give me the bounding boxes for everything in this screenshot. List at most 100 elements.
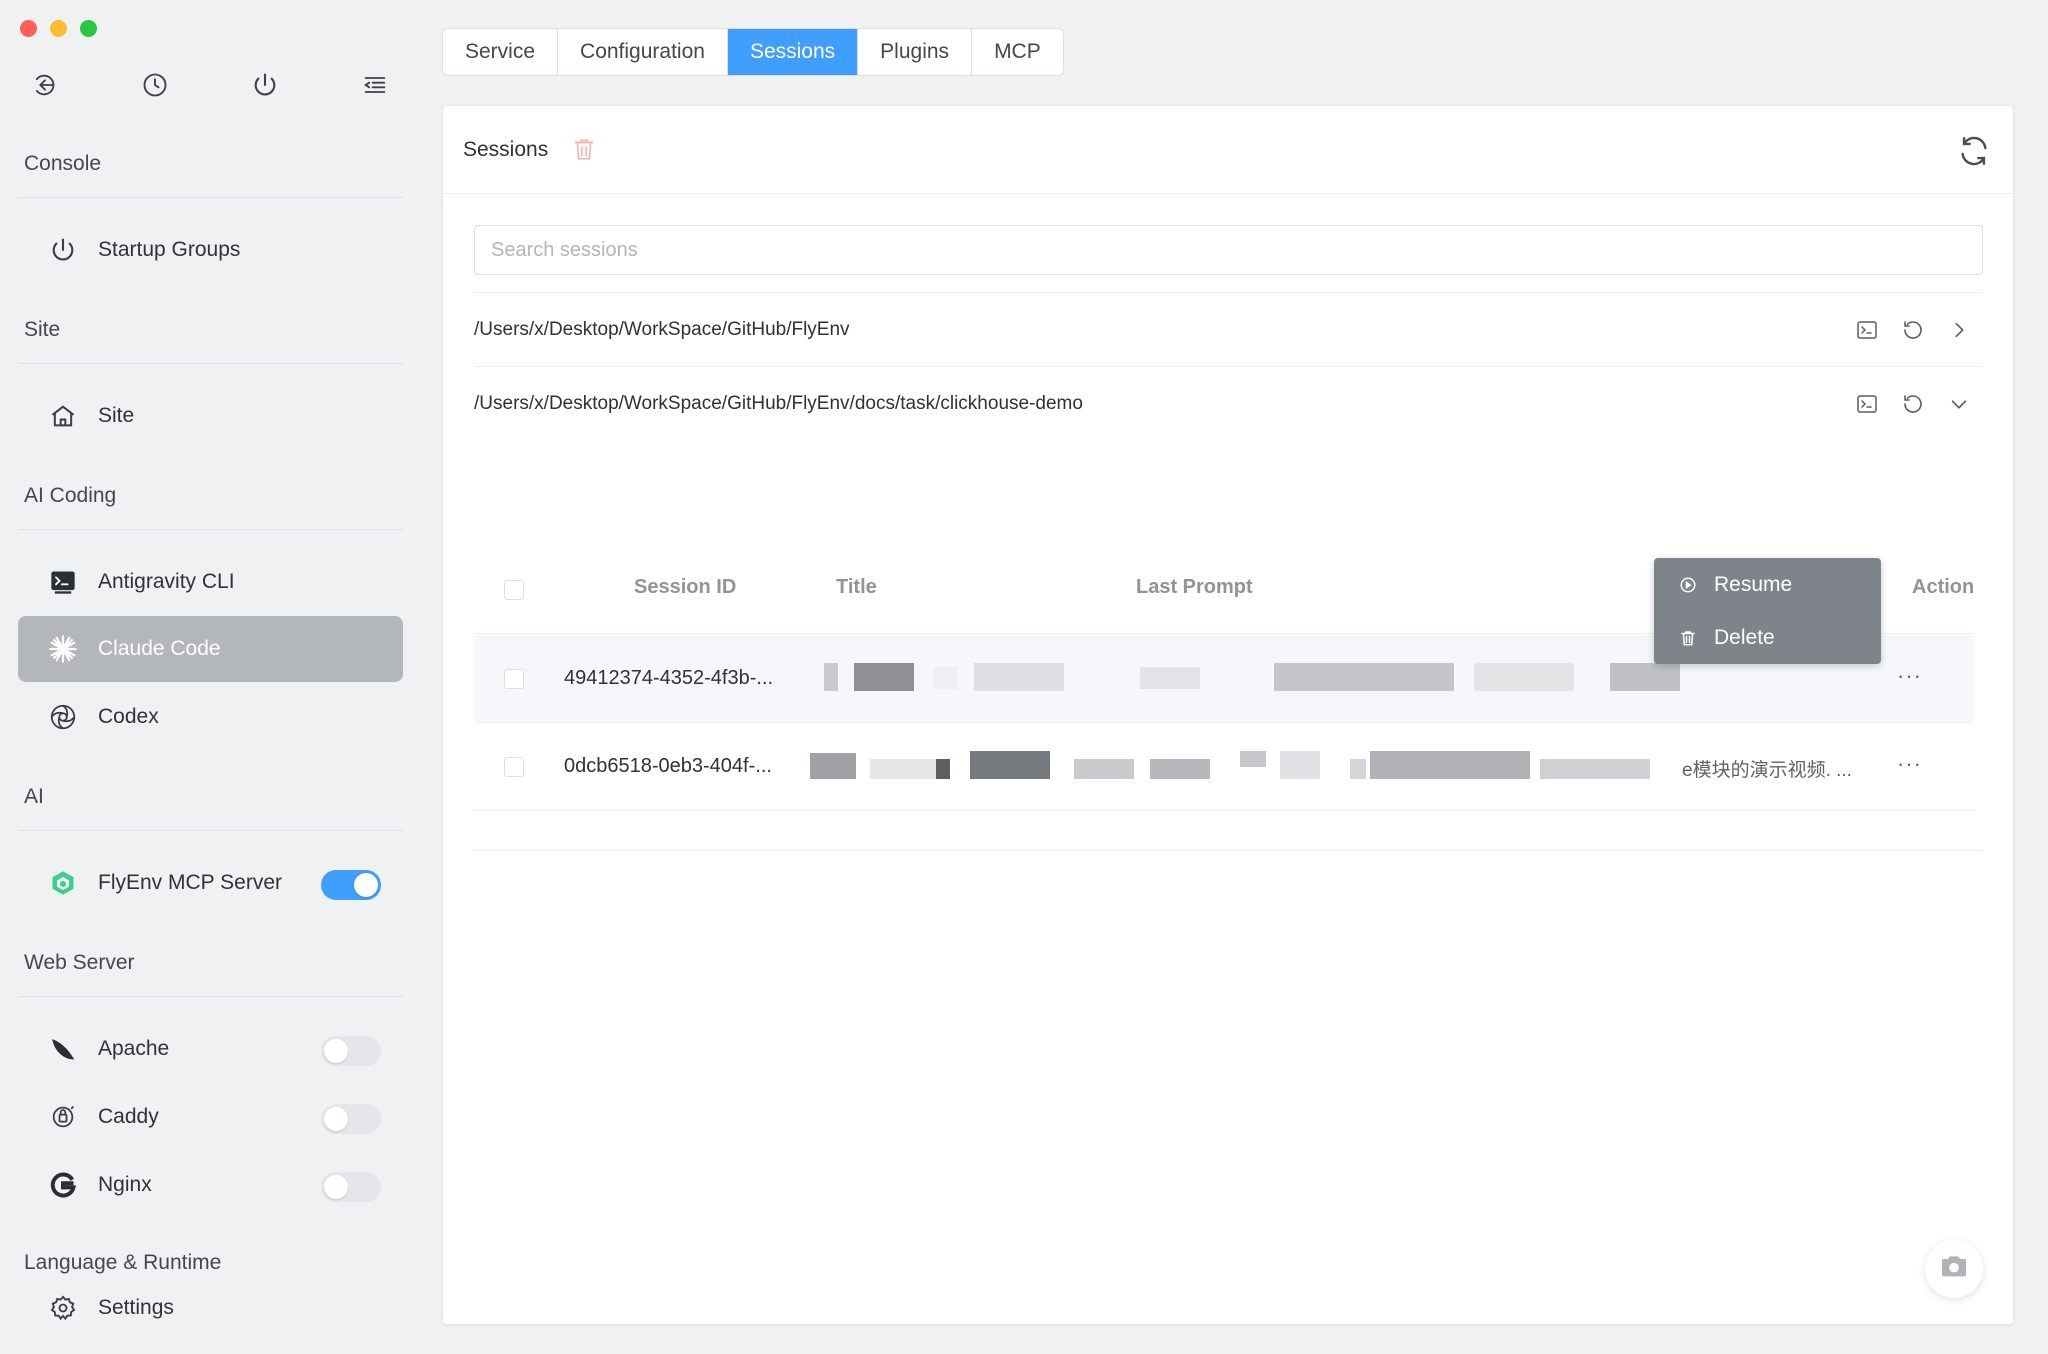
nav-item-label: Codex (98, 705, 159, 728)
zoom-window-button[interactable] (80, 20, 97, 37)
nav-item-claude-code[interactable]: Claude Code (18, 616, 403, 682)
sessions-panel: Sessions /Users/x/Desktop/WorkSpace/GitH… (443, 106, 2013, 1324)
select-all-checkbox[interactable] (504, 580, 524, 600)
mcp-server-toggle[interactable] (321, 870, 381, 900)
more-actions-button[interactable]: ··· (1897, 663, 1922, 689)
refresh-icon[interactable] (1957, 134, 1991, 173)
divider (18, 197, 403, 198)
nginx-toggle[interactable] (321, 1172, 381, 1202)
tab-configuration[interactable]: Configuration (558, 29, 728, 75)
blurred-content (810, 723, 1680, 811)
row-checkbox[interactable] (504, 669, 524, 689)
nav-item-flyenv-mcp-server[interactable]: FlyEnv MCP Server (18, 850, 403, 916)
blurred-content (824, 635, 1684, 723)
nav-item-caddy[interactable]: Caddy (18, 1084, 403, 1150)
caddy-toggle[interactable] (321, 1104, 381, 1134)
chevron-down-icon[interactable] (1945, 390, 1973, 418)
trash-icon[interactable] (571, 136, 597, 167)
column-last-prompt: Last Prompt (1136, 576, 1253, 598)
tab-plugins[interactable]: Plugins (858, 29, 973, 75)
nav-item-label: Antigravity CLI (98, 570, 235, 593)
collapse-menu-icon[interactable] (358, 68, 392, 102)
window-controls (20, 20, 97, 37)
session-group-row[interactable]: /Users/x/Desktop/WorkSpace/GitHub/FlyEnv (474, 310, 1983, 350)
more-actions-button[interactable]: ··· (1897, 751, 1922, 777)
tab-mcp[interactable]: MCP (972, 29, 1063, 75)
screenshot-button[interactable] (1925, 1240, 1983, 1298)
nav-item-startup-groups[interactable]: Startup Groups (18, 217, 403, 283)
power-icon[interactable] (248, 68, 282, 102)
session-group-row[interactable]: /Users/x/Desktop/WorkSpace/GitHub/FlyEnv… (474, 384, 1983, 424)
claude-icon (46, 632, 80, 666)
nav-item-label: Nginx (98, 1173, 152, 1196)
nav-item-label: Startup Groups (98, 238, 241, 261)
apache-toggle[interactable] (321, 1036, 381, 1066)
row-checkbox[interactable] (504, 757, 524, 777)
section-title-web-server: Web Server (24, 951, 135, 974)
terminal-icon[interactable] (1853, 390, 1881, 418)
group-path: /Users/x/Desktop/WorkSpace/GitHub/FlyEnv (474, 319, 850, 340)
session-id: 0dcb6518-0eb3-404f-... (564, 755, 772, 777)
history-icon[interactable] (1899, 316, 1927, 344)
search-input[interactable] (474, 225, 1983, 275)
nav-item-label: FlyEnv MCP Server (98, 871, 282, 894)
chevron-right-icon[interactable] (1945, 316, 1973, 344)
divider (474, 292, 1983, 293)
nav-item-apache[interactable]: Apache (18, 1016, 403, 1082)
session-id: 49412374-4352-4f3b-... (564, 667, 774, 689)
terminal-icon (46, 565, 80, 599)
nav-item-label: Caddy (98, 1105, 159, 1128)
menu-item-label: Delete (1714, 626, 1775, 649)
tab-service[interactable]: Service (443, 29, 559, 75)
back-icon[interactable] (28, 68, 62, 102)
terminal-icon[interactable] (1853, 316, 1881, 344)
group-actions (1853, 316, 1973, 344)
close-window-button[interactable] (20, 20, 37, 37)
sidebar-toolbar (28, 68, 392, 102)
tab-bar: Service Configuration Sessions Plugins M… (442, 28, 1064, 76)
column-session-id: Session ID (634, 576, 737, 598)
feather-icon (46, 1032, 80, 1066)
gear-icon (46, 1291, 80, 1325)
toggle-knob (324, 1175, 348, 1199)
history-icon[interactable] (1899, 390, 1927, 418)
cube-icon (46, 866, 80, 900)
row-actions-menu: Resume Delete (1654, 558, 1881, 664)
column-action: Action (1912, 576, 1975, 598)
divider (18, 830, 403, 831)
tab-sessions[interactable]: Sessions (727, 29, 859, 75)
section-title-ai-coding: AI Coding (24, 484, 117, 507)
divider (474, 366, 1983, 367)
toggle-knob (324, 1039, 348, 1063)
trash-icon (1678, 628, 1698, 648)
section-title-ai: AI (24, 785, 44, 808)
section-title-language-runtime: Language & Runtime (24, 1251, 222, 1274)
nav-item-site[interactable]: Site (18, 383, 403, 449)
divider (18, 996, 403, 997)
menu-item-resume[interactable]: Resume (1678, 565, 1792, 605)
nav-item-label: Site (98, 404, 135, 427)
power-icon (46, 233, 80, 267)
table-row[interactable]: 0dcb6518-0eb3-404f-... e模块的演示视频. ... ··· (474, 723, 1974, 811)
minimize-window-button[interactable] (50, 20, 67, 37)
nav-item-codex[interactable]: Codex (18, 684, 403, 750)
divider (474, 850, 1983, 851)
column-title: Title (836, 576, 877, 598)
play-circle-icon (1678, 575, 1698, 595)
caddy-icon (46, 1100, 80, 1134)
menu-item-delete[interactable]: Delete (1678, 618, 1775, 658)
toggle-knob (324, 1107, 348, 1131)
nav-item-nginx[interactable]: Nginx (18, 1152, 403, 1218)
clock-icon[interactable] (138, 68, 172, 102)
nav-item-antigravity-cli[interactable]: Antigravity CLI (18, 549, 403, 615)
camera-icon (1938, 1251, 1970, 1288)
nav-item-label: Apache (98, 1037, 170, 1060)
section-title-site: Site (24, 318, 61, 341)
group-actions (1853, 390, 1973, 418)
last-prompt-partial: e模块的演示视频. ... (1682, 760, 1852, 781)
sidebar: Console Startup Groups Site Site AI Codi… (0, 0, 424, 1354)
section-title-console: Console (24, 152, 102, 175)
nginx-icon (46, 1168, 80, 1202)
nav-item-settings[interactable]: Settings (18, 1275, 403, 1341)
nav-item-label: Settings (98, 1296, 174, 1319)
